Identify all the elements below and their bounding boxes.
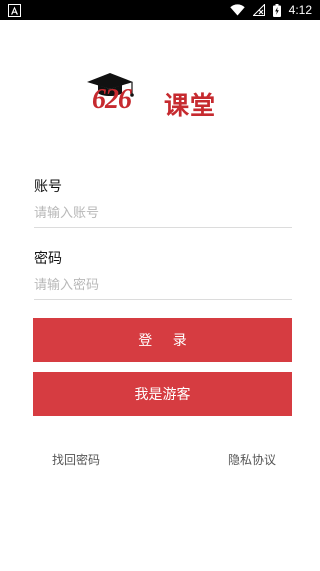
battery-charging-icon bbox=[272, 3, 281, 17]
logo-text: 课堂 bbox=[164, 91, 217, 120]
status-time: 4:12 bbox=[288, 3, 312, 17]
account-label: 账号 bbox=[34, 179, 62, 195]
app-logo: 626 课堂 bbox=[86, 72, 232, 120]
login-button[interactable]: 登 录 bbox=[33, 318, 292, 362]
account-input[interactable] bbox=[34, 200, 292, 228]
status-bar: 4:12 bbox=[0, 0, 320, 20]
notification-a-icon bbox=[8, 3, 21, 17]
password-input[interactable] bbox=[34, 272, 292, 300]
wifi-icon bbox=[229, 4, 245, 16]
no-signal-icon bbox=[252, 4, 265, 16]
password-label: 密码 bbox=[34, 251, 62, 267]
privacy-policy-link[interactable]: 隐私协议 bbox=[228, 451, 276, 468]
logo-number: 626 bbox=[92, 84, 132, 115]
guest-button[interactable]: 我是游客 bbox=[33, 372, 292, 416]
forgot-password-link[interactable]: 找回密码 bbox=[52, 451, 100, 468]
